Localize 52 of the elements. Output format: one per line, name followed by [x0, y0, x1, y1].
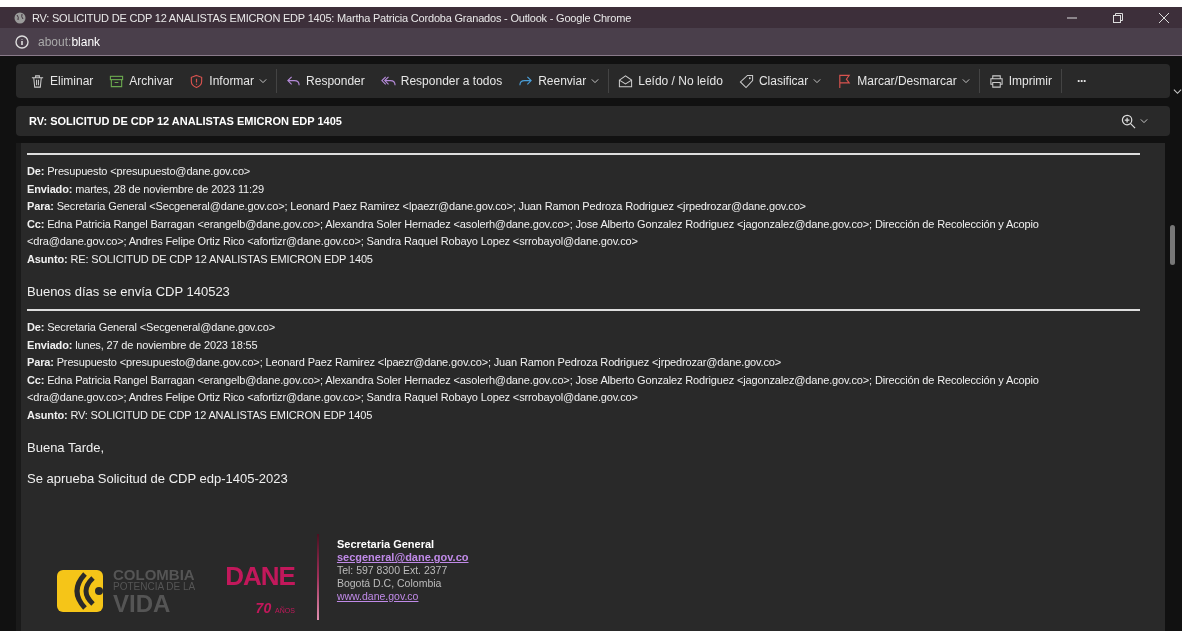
- chevron-down-icon: [591, 77, 600, 85]
- signature-text: Tel: 597 8300 Ext. 2377: [336, 564, 449, 577]
- toolbar-button[interactable]: Archivar: [101, 69, 182, 93]
- chevron-down-icon: [1140, 117, 1148, 125]
- message-text: Buenos días se envía CDP 140523: [27, 284, 231, 299]
- message-text: Se aprueba Solicitud de CDP edp-1405-2023: [27, 471, 289, 486]
- tag-icon: [738, 73, 754, 89]
- toolbar-button[interactable]: Responder: [278, 69, 373, 93]
- signature-name: Secretaria General: [336, 538, 436, 551]
- window-title: RV: SOLICITUD DE CDP 12 ANALISTAS EMICRON EDP 1405: Martha Patricia Cordoba Granados - Outlook - Google Chrome: [32, 11, 633, 24]
- url-text: about:blank: [38, 34, 101, 49]
- chevron-down-icon: [259, 77, 268, 85]
- toolbar-button[interactable]: Clasificar: [730, 69, 830, 93]
- header-line: Enviado: lunes, 27 de noviembre de 2023 18:55: [27, 337, 259, 353]
- toolbar-button[interactable]: Informar: [181, 69, 276, 93]
- restore-icon[interactable]: [1112, 11, 1124, 24]
- zoom-in-icon: [1121, 113, 1136, 129]
- header-line: Asunto: RE: SOLICITUD DE CDP 12 ANALISTAS EMICRON EDP 1405: [27, 251, 374, 267]
- envelope-icon: [618, 73, 634, 89]
- email-link[interactable]: secgeneral@dane.gov.co: [336, 551, 469, 564]
- shield-icon: [189, 73, 205, 89]
- info-icon[interactable]: [14, 33, 30, 50]
- chevron-down-icon: [961, 77, 970, 85]
- header-line: Asunto: RV: SOLICITUD DE CDP 12 ANALISTAS EMICRON EDP 1405: [27, 407, 374, 423]
- close-icon[interactable]: [1158, 11, 1170, 24]
- header-line: Para: Presupuesto <presupuesto@dane.gov.co>; Leonard Paez Ramirez <lpaezr@dane.gov.co>; Juan Ramon Pedroza Rodriguez <jrpedrozar@dane.gov.co>: [27, 355, 783, 370]
- header-line: De: Secretaria General <Secgeneral@dane.gov.co>: [27, 320, 276, 335]
- archive-icon: [109, 73, 125, 89]
- message-text: Buena Tarde,: [27, 440, 106, 455]
- signature-text: Bogotá D.C, Colombia: [336, 577, 443, 590]
- chevron-down-icon[interactable]: [1173, 86, 1182, 96]
- toolbar-button[interactable]: Marcar/Desmarcar: [829, 69, 978, 93]
- header-line: Cc: Edna Patricia Rangel Barragan <erangelb@dane.gov.co>; Alexandra Soler Hernadez <asolerh@dane.gov.co>; Jose Alberto Gonzalez Rodriguez <jagonzalez@dane.gov.co>; Dirección de Recolección y Acopio <dra@dane.gov.co>; Andres Felipe Ortiz Rico <afortizr@dane.gov.co>; Sandra Raquel Robayo Lopez <srrobayol@dane.gov.co>: [27, 372, 1040, 405]
- toolbar-button[interactable]: Leído / No leído: [610, 69, 731, 93]
- header-line: Para: Secretaria General <Secgeneral@dane.gov.co>; Leonard Paez Ramirez <lpaezr@dane.gov.co>; Juan Ramon Pedroza Rodriguez <jrpedrozar@dane.gov.co>: [27, 199, 807, 214]
- header-line: De: Presupuesto <presupuesto@dane.gov.co>: [27, 164, 252, 179]
- toolbar-button[interactable]: Reenviar: [510, 69, 608, 93]
- printer-icon: [988, 73, 1004, 89]
- toolbar-button[interactable]: Eliminar: [22, 69, 102, 93]
- website-link[interactable]: www.dane.gov.co: [336, 590, 469, 603]
- chevron-down-icon: [813, 77, 822, 85]
- header-line: Cc: Edna Patricia Rangel Barragan <erangelb@dane.gov.co>; Alexandra Soler Hernadez <asolerh@dane.gov.co>; Jose Alberto Gonzalez Rodriguez <jagonzalez@dane.gov.co>; Dirección de Recolección y Acopio <dra@dane.gov.co>; Andres Felipe Ortiz Rico <afortizr@dane.gov.co>; Sandra Raquel Robayo Lopez <srrobayol@dane.gov.co>: [27, 216, 1040, 249]
- address-bar[interactable]: about:blank: [0, 28, 1182, 56]
- globe-icon: [14, 11, 26, 24]
- subject-title: RV: SOLICITUD DE CDP 12 ANALISTAS EMICRON EDP 1405: [29, 115, 342, 127]
- logo-text: DANE: [225, 561, 295, 592]
- toolbar-button[interactable]: Responder a todos: [372, 69, 511, 93]
- trash-icon: [30, 73, 45, 89]
- header-line: Enviado: martes, 28 de noviembre de 2023 11:29: [27, 181, 265, 197]
- toolbar-button[interactable]: ···: [1062, 70, 1100, 92]
- toolbar-button[interactable]: Imprimir: [980, 69, 1060, 93]
- flag-icon: [837, 73, 853, 89]
